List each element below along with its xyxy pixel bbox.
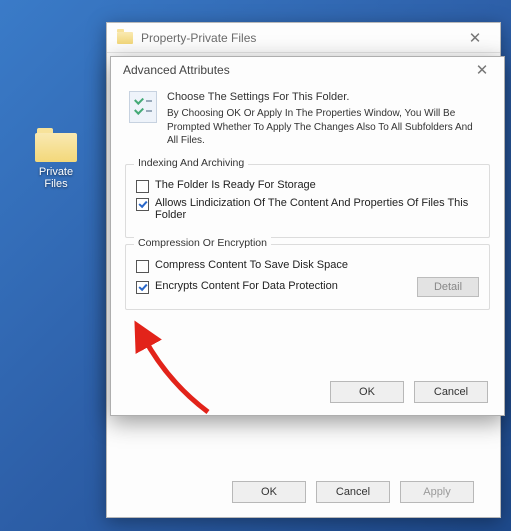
- close-icon[interactable]: ✕: [458, 29, 492, 47]
- checkbox-compress[interactable]: [136, 260, 149, 273]
- desktop-folder-label: Private Files: [26, 166, 86, 190]
- desktop-folder[interactable]: Private Files: [26, 128, 86, 190]
- advanced-attributes-dialog: Advanced Attributes ✕ Choose The Setting…: [110, 56, 505, 416]
- group-indexing: Indexing And Archiving The Folder Is Rea…: [125, 164, 490, 238]
- label-allow-indexing: Allows Lindicization Of The Content And …: [155, 197, 479, 221]
- checkbox-ready-storage[interactable]: [136, 180, 149, 193]
- group-compression-legend: Compression Or Encryption: [134, 237, 271, 249]
- header-line1: Choose The Settings For This Folder.: [167, 91, 486, 103]
- apply-button[interactable]: Apply: [400, 481, 474, 503]
- ok-button[interactable]: OK: [330, 381, 404, 403]
- header-line2: By Choosing OK Or Apply In The Propertie…: [167, 107, 486, 148]
- checkbox-allow-indexing[interactable]: [136, 198, 149, 211]
- folder-icon: [35, 128, 77, 162]
- cancel-button[interactable]: Cancel: [316, 481, 390, 503]
- group-indexing-legend: Indexing And Archiving: [134, 157, 248, 169]
- ok-button[interactable]: OK: [232, 481, 306, 503]
- advanced-titlebar[interactable]: Advanced Attributes ✕: [111, 57, 504, 83]
- checklist-icon: [129, 91, 157, 123]
- cancel-button[interactable]: Cancel: [414, 381, 488, 403]
- label-encrypt: Encrypts Content For Data Protection: [155, 280, 409, 292]
- properties-title: Property-Private Files: [141, 31, 256, 45]
- close-icon[interactable]: ✕: [468, 61, 496, 79]
- label-compress: Compress Content To Save Disk Space: [155, 259, 479, 271]
- header-row: Choose The Settings For This Folder. By …: [125, 87, 490, 158]
- properties-button-row: OK Cancel Apply: [107, 481, 500, 503]
- advanced-title: Advanced Attributes: [123, 63, 230, 77]
- group-compression: Compression Or Encryption Compress Conte…: [125, 244, 490, 310]
- folder-icon: [117, 32, 133, 44]
- label-ready-storage: The Folder Is Ready For Storage: [155, 179, 479, 191]
- checkbox-encrypt[interactable]: [136, 281, 149, 294]
- advanced-button-row: OK Cancel: [330, 381, 488, 403]
- properties-titlebar[interactable]: Property-Private Files ✕: [107, 23, 500, 53]
- detail-button[interactable]: Detail: [417, 277, 479, 297]
